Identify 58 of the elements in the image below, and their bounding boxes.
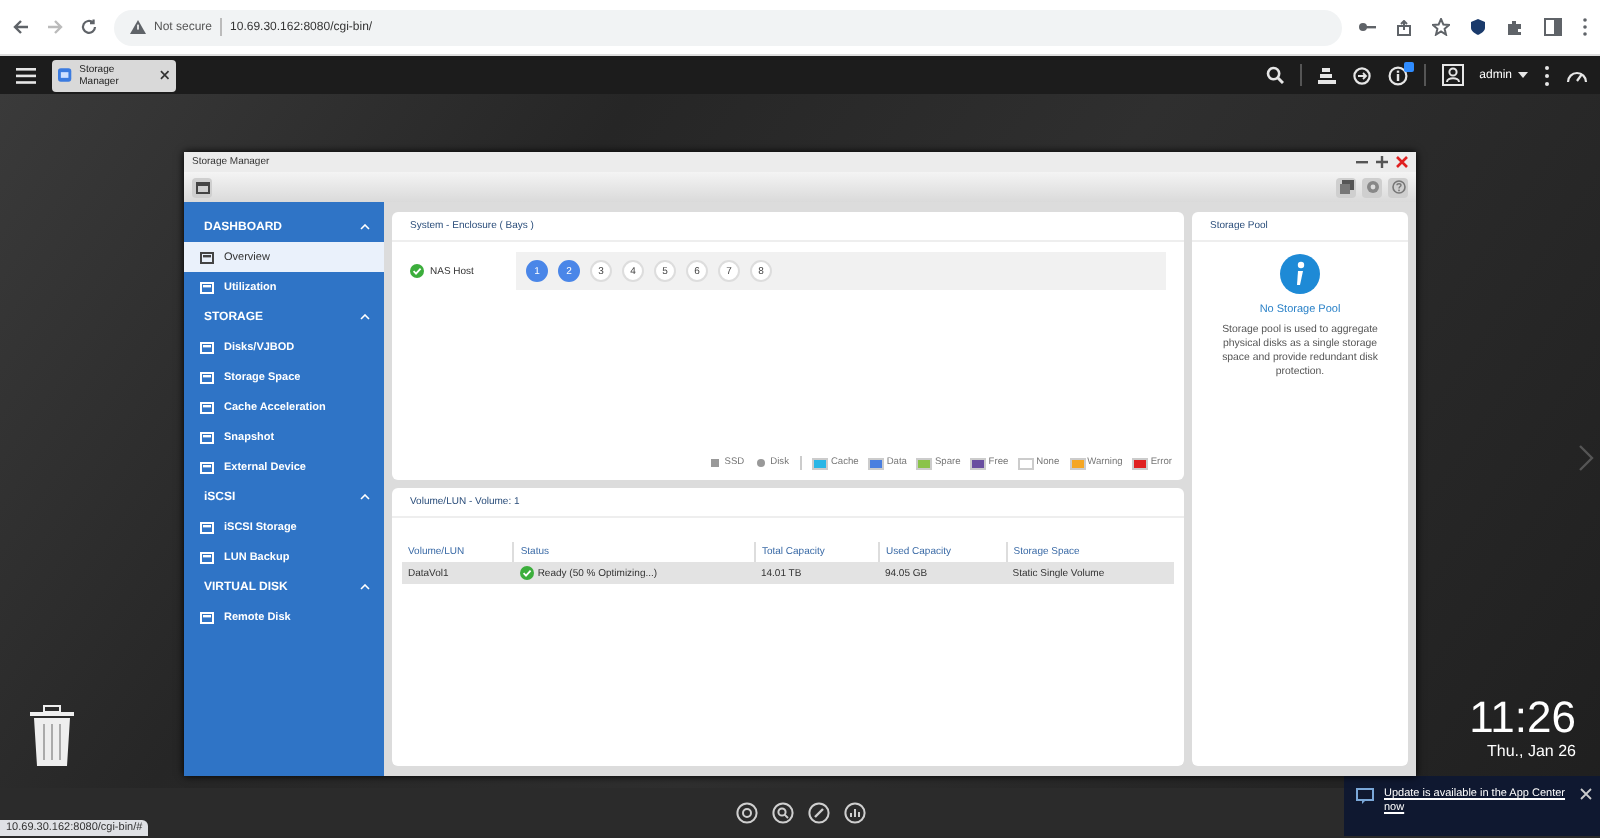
menu-icon[interactable]: [16, 67, 36, 83]
dock-circle-icon[interactable]: [735, 801, 757, 823]
menu-item-icon: [200, 281, 214, 293]
trash-icon[interactable]: [28, 704, 76, 768]
menu-item-icon: [200, 521, 214, 533]
window-icon: [195, 181, 209, 193]
chevron-up-icon[interactable]: [360, 224, 370, 230]
search-icon[interactable]: [1265, 66, 1284, 84]
reload-icon[interactable]: [80, 18, 98, 36]
check-icon: [410, 264, 424, 278]
shield-icon[interactable]: [1470, 18, 1486, 36]
ssd-icon: [710, 458, 721, 468]
layout-button[interactable]: [192, 177, 212, 197]
back-icon[interactable]: [12, 18, 30, 36]
search-icon[interactable]: [771, 801, 793, 823]
stack-icon: [1339, 180, 1353, 194]
close-icon[interactable]: [160, 70, 170, 80]
settings-icon: [1365, 180, 1379, 194]
clock-time: 11:26: [1469, 694, 1576, 742]
settings-button[interactable]: [1362, 177, 1382, 197]
clock-date: Thu., Jan 26: [1487, 742, 1576, 760]
caret-icon: [1518, 72, 1528, 78]
menu-item-icon: [200, 341, 214, 353]
more-icon[interactable]: [1544, 65, 1550, 85]
menu-item-icon: [200, 371, 214, 383]
gauge-icon[interactable]: [1566, 66, 1588, 84]
key-icon[interactable]: [1358, 20, 1376, 34]
menu-item-icon: [200, 611, 214, 623]
maximize-icon[interactable]: [1376, 156, 1388, 168]
share-icon[interactable]: [1396, 19, 1412, 35]
chevron-up-icon[interactable]: [360, 314, 370, 320]
puzzle-icon[interactable]: [1506, 18, 1524, 36]
stack-icon[interactable]: [1317, 65, 1336, 85]
more-icon[interactable]: [1582, 18, 1588, 36]
menu-item-icon: [200, 461, 214, 473]
help-icon: [1391, 180, 1405, 194]
menu-item-icon: [200, 551, 214, 563]
dock-wrench-icon[interactable]: [807, 801, 829, 823]
help-button[interactable]: [1388, 177, 1408, 197]
chevron-up-icon[interactable]: [360, 494, 370, 500]
info-icon[interactable]: [1387, 65, 1408, 85]
sidebar-icon[interactable]: [1544, 18, 1562, 36]
menu-item-icon: [200, 431, 214, 443]
app-icon: [58, 68, 72, 82]
warning-icon: [130, 20, 146, 34]
user-icon[interactable]: [1441, 64, 1464, 86]
dock-chart-icon[interactable]: [843, 801, 865, 823]
menu-item-icon: [200, 401, 214, 413]
disk-icon: [756, 458, 767, 468]
info-icon: [1280, 254, 1320, 294]
minimize-icon[interactable]: [1356, 156, 1368, 168]
check-icon: [519, 566, 534, 580]
snapshot-button[interactable]: [1336, 177, 1356, 197]
chevron-up-icon[interactable]: [360, 584, 370, 590]
star-icon[interactable]: [1432, 18, 1450, 36]
sync-icon[interactable]: [1351, 65, 1372, 85]
menu-item-icon: [200, 251, 214, 263]
message-icon: [1356, 788, 1374, 804]
